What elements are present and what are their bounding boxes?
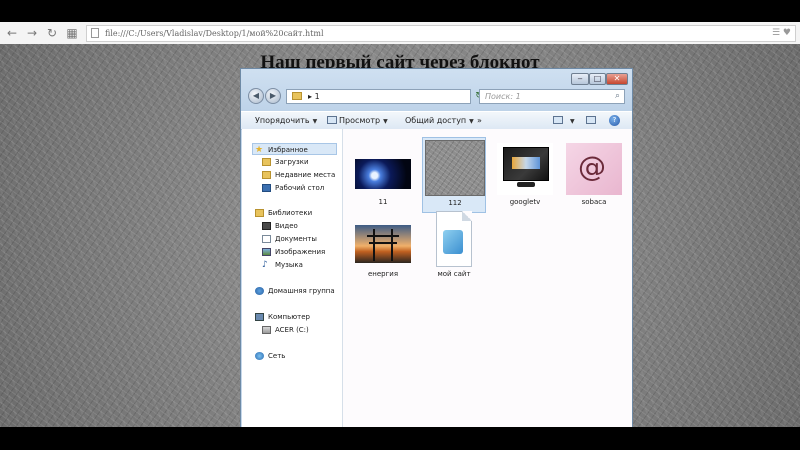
search-placeholder: Поиск: 1 bbox=[485, 92, 521, 101]
network-icon bbox=[255, 352, 264, 360]
chevron-down-icon: ▼ bbox=[469, 118, 474, 125]
images-icon bbox=[262, 248, 271, 256]
view-button[interactable]: Просмотр ▼ bbox=[339, 112, 388, 130]
breadcrumb-folder[interactable]: 1 bbox=[315, 92, 320, 101]
file-name: енергия bbox=[367, 270, 399, 278]
libraries-icon bbox=[255, 209, 264, 217]
file-name: мой сайт bbox=[437, 270, 471, 278]
tv-stand bbox=[517, 182, 535, 187]
image-thumbnail: @ bbox=[566, 143, 622, 195]
nav-item-label: Музыка bbox=[275, 261, 303, 269]
file-item-googletv[interactable]: googletv bbox=[493, 137, 557, 213]
at-sign-icon: @ bbox=[578, 150, 606, 183]
forward-arrow-icon[interactable]: → bbox=[24, 25, 40, 41]
navigation-pane: ★ Избранное Загрузки Недавние места Рабо… bbox=[242, 129, 343, 427]
bottom-letterbox bbox=[0, 427, 800, 450]
file-name: googletv bbox=[509, 198, 541, 206]
image-thumbnail bbox=[497, 143, 553, 195]
image-thumbnail bbox=[355, 225, 411, 263]
share-button[interactable]: Общий доступ ▼ bbox=[405, 112, 474, 130]
tv-icon bbox=[503, 147, 549, 181]
image-thumbnail bbox=[355, 159, 411, 189]
top-letterbox bbox=[0, 0, 800, 22]
apps-grid-icon[interactable]: ▦ bbox=[64, 25, 80, 41]
bookmark-heart-icon[interactable]: ☰ ♥ bbox=[772, 26, 791, 41]
page-icon bbox=[91, 28, 99, 38]
close-button[interactable]: ✕ bbox=[606, 73, 628, 85]
help-icon[interactable]: ? bbox=[609, 115, 620, 126]
file-item-my-site[interactable]: мой сайт bbox=[422, 209, 486, 285]
chevron-down-icon: ▼ bbox=[383, 118, 388, 125]
nav-item-label: Недавние места bbox=[275, 171, 336, 179]
file-name: 112 bbox=[448, 199, 462, 207]
share-label: Общий доступ bbox=[405, 116, 467, 125]
file-item-11[interactable]: 11 bbox=[351, 137, 415, 213]
file-list: 11 112 googletv @ sobaca енергия мой сай… bbox=[343, 129, 632, 427]
music-note-icon: ♪ bbox=[262, 260, 268, 270]
video-icon bbox=[262, 222, 271, 230]
address-bar[interactable]: file:///C:/Users/Vladislav/Desktop/1/мой… bbox=[86, 25, 796, 42]
star-icon: ★ bbox=[255, 145, 264, 155]
nav-item-label: Библиотеки bbox=[268, 209, 313, 217]
nav-item-label: Изображения bbox=[275, 248, 326, 256]
command-bar: Упорядочить ▼ Просмотр ▼ Общий доступ ▼ » ▼… bbox=[241, 111, 632, 130]
back-arrow-icon[interactable]: ← bbox=[4, 25, 20, 41]
nav-item-computer[interactable]: Компьютер bbox=[255, 311, 355, 323]
image-thumbnail bbox=[425, 140, 485, 196]
file-name: sobaca bbox=[581, 198, 607, 206]
file-item-sobaca[interactable]: @ sobaca bbox=[562, 137, 626, 213]
search-icon[interactable]: ⌕ bbox=[615, 90, 620, 103]
search-input[interactable]: Поиск: 1 ⌕ bbox=[479, 89, 625, 104]
organize-label: Упорядочить bbox=[255, 116, 310, 125]
nav-item-favorites[interactable]: ★ Избранное bbox=[252, 143, 337, 155]
power-pylon-icon bbox=[367, 229, 399, 261]
drive-icon bbox=[262, 326, 271, 334]
change-view-icon[interactable] bbox=[553, 116, 563, 124]
nav-item-label: Видео bbox=[275, 222, 298, 230]
preview-pane-icon[interactable] bbox=[586, 116, 596, 124]
explorer-window: ‒ □ ✕ ◀ ▶ ▸ 1 ↻ Поиск: 1 ⌕ Упорядочить▼ … bbox=[240, 68, 633, 427]
web-page: Наш первый сайт через блокнот ‒ □ ✕ ◀ ▶ … bbox=[0, 44, 800, 427]
html-file-icon bbox=[436, 211, 472, 267]
nav-item-label: ACER (C:) bbox=[275, 326, 309, 334]
url-text: file:///C:/Users/Vladislav/Desktop/1/мой… bbox=[105, 29, 324, 38]
file-item-energy[interactable]: енергия bbox=[351, 209, 415, 285]
breadcrumb[interactable]: ▸ 1 bbox=[308, 90, 320, 103]
view-menu-chevron-icon[interactable]: ▼ bbox=[567, 112, 575, 130]
browser-toolbar: ← → ↻ ▦ file:///C:/Users/Vladislav/Deskt… bbox=[0, 22, 800, 45]
nav-item-label: Рабочий стол bbox=[275, 184, 325, 192]
nav-item-label: Избранное bbox=[268, 146, 308, 154]
minimize-button[interactable]: ‒ bbox=[571, 73, 589, 85]
documents-icon bbox=[262, 235, 271, 243]
more-button[interactable]: » bbox=[477, 112, 482, 129]
folder-icon bbox=[292, 92, 302, 100]
explorer-address-bar[interactable]: ▸ 1 bbox=[286, 89, 471, 104]
nav-item-libraries[interactable]: Библиотеки bbox=[255, 207, 355, 219]
file-item-112[interactable]: 112 bbox=[422, 137, 486, 213]
reload-icon[interactable]: ↻ bbox=[44, 25, 60, 41]
file-name: 11 bbox=[378, 198, 388, 206]
nav-item-label: Компьютер bbox=[268, 313, 310, 321]
forward-button[interactable]: ▶ bbox=[265, 88, 281, 104]
recent-places-icon bbox=[262, 171, 271, 179]
preview-icon bbox=[327, 116, 337, 124]
nav-item-label: Загрузки bbox=[275, 158, 309, 166]
organize-button[interactable]: Упорядочить ▼ bbox=[255, 112, 317, 130]
nav-item-label: Сеть bbox=[268, 352, 286, 360]
nav-item-label: Документы bbox=[275, 235, 317, 243]
chevron-down-icon: ▼ bbox=[312, 118, 318, 125]
maximize-button[interactable]: □ bbox=[589, 73, 606, 85]
nav-item-label: Домашняя группа bbox=[268, 287, 335, 295]
back-button[interactable]: ◀ bbox=[248, 88, 264, 104]
nav-item-homegroup[interactable]: Домашняя группа bbox=[255, 285, 355, 297]
downloads-folder-icon bbox=[262, 158, 271, 166]
view-label: Просмотр bbox=[339, 116, 381, 125]
desktop-icon bbox=[262, 184, 271, 192]
nav-item-network[interactable]: Сеть bbox=[255, 350, 355, 362]
computer-icon bbox=[255, 313, 264, 321]
homegroup-icon bbox=[255, 287, 264, 295]
